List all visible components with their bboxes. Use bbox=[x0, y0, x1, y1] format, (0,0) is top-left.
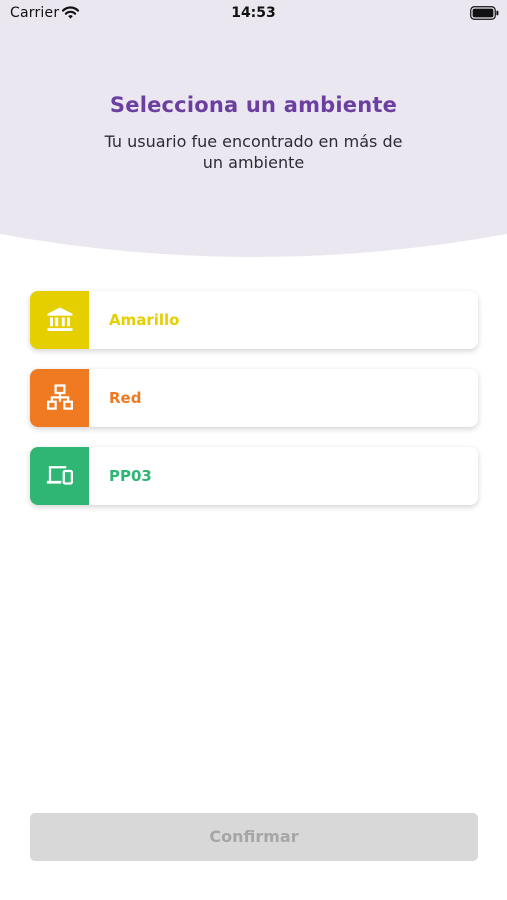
network-icon bbox=[46, 384, 73, 410]
page-subtitle: Tu usuario fue encontrado en más de un a… bbox=[104, 132, 403, 172]
devices-icon bbox=[46, 466, 73, 485]
confirm-button[interactable]: Confirmar bbox=[30, 813, 478, 861]
environment-label: Amarillo bbox=[109, 311, 180, 329]
environment-icon-box bbox=[30, 291, 89, 349]
status-bar: Carrier 14:53 bbox=[0, 0, 507, 28]
status-time: 14:53 bbox=[231, 5, 276, 21]
environment-icon-box bbox=[30, 447, 89, 505]
page-title: Selecciona un ambiente bbox=[109, 93, 398, 117]
battery-icon bbox=[470, 6, 499, 20]
bank-icon bbox=[47, 307, 72, 331]
environment-option-red[interactable]: Red bbox=[30, 369, 478, 427]
environment-label: Red bbox=[109, 389, 142, 407]
environment-label: PP03 bbox=[109, 467, 152, 485]
environment-list: Amarillo Red PP03 bbox=[30, 291, 478, 525]
environment-icon-box bbox=[30, 369, 89, 427]
environment-option-pp03[interactable]: PP03 bbox=[30, 447, 478, 505]
environment-option-amarillo[interactable]: Amarillo bbox=[30, 291, 478, 349]
